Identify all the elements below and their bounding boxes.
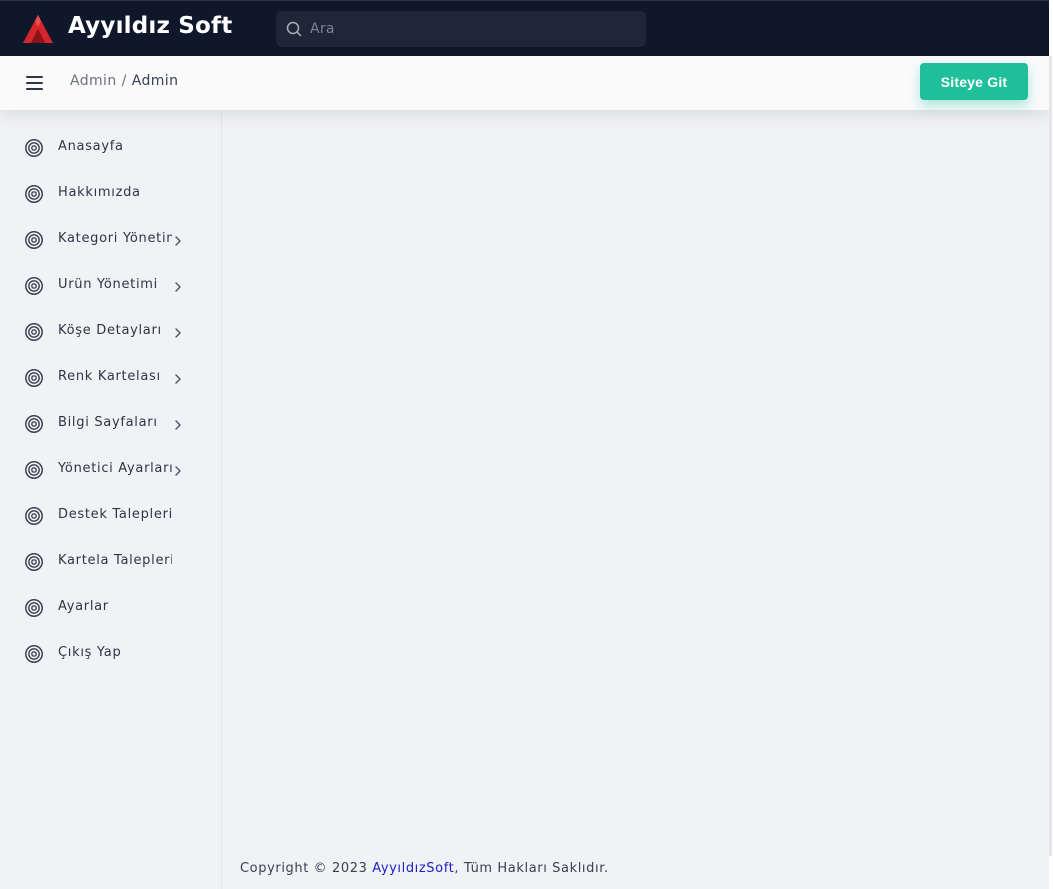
hamburger-menu-icon[interactable] <box>24 73 46 93</box>
sidebar-item[interactable]: Yönetici Ayarları <box>0 447 221 493</box>
sidebar-item[interactable]: Bilgi Sayfaları <box>0 401 221 447</box>
sidebar-item[interactable]: Hakkımızda <box>0 171 221 217</box>
target-circle-icon <box>25 507 43 525</box>
sidebar-item-label: Hakkımızda <box>58 185 141 200</box>
sidebar-item-label: Ayarlar <box>58 599 109 614</box>
search-icon <box>286 21 302 37</box>
sidebar-item-label: Bilgi Sayfaları <box>58 415 158 430</box>
sidebar-item-label: Çıkış Yap <box>58 645 122 660</box>
admin-app: Ayyıldız Soft Admin/Admin Siteye Git Ana… <box>0 0 1049 889</box>
sidebar-item-label: Yönetici Ayarları <box>58 461 172 476</box>
brand-name[interactable]: Ayyıldız Soft <box>68 13 232 39</box>
sidebar-item[interactable]: Renk Kartelası <box>0 355 221 401</box>
sidebar-item-label: Destek Talepleri <box>58 507 172 522</box>
sidebar-item[interactable]: Anasayfa <box>0 125 221 171</box>
search-box[interactable] <box>276 11 646 47</box>
chevron-right-icon[interactable] <box>173 281 183 293</box>
chevron-right-icon[interactable] <box>173 327 183 339</box>
target-circle-icon <box>25 645 43 663</box>
sidebar-item[interactable]: Kartela Talepleri <box>0 539 221 585</box>
sidebar-item[interactable]: Ürün Yönetimi <box>0 263 221 309</box>
brand-logo-icon[interactable] <box>22 14 54 44</box>
target-circle-icon <box>25 323 43 341</box>
sidebar-item-label: Kategori Yönetimi <box>58 231 172 246</box>
search-input[interactable] <box>310 11 636 47</box>
sidebar-item[interactable]: Kategori Yönetimi <box>0 217 221 263</box>
visit-site-button[interactable]: Siteye Git <box>920 63 1028 100</box>
footer-suffix: , Tüm Hakları Saklıdır. <box>454 861 609 876</box>
sidebar-item-label: Anasayfa <box>58 139 124 154</box>
scrollbar-thumb[interactable] <box>1049 56 1052 856</box>
target-circle-icon <box>25 461 43 479</box>
target-circle-icon <box>25 277 43 295</box>
breadcrumb-item[interactable]: Admin <box>70 73 117 89</box>
sidebar-item-label: Köşe Detayları <box>58 323 162 338</box>
chevron-right-icon[interactable] <box>173 465 183 477</box>
footer-prefix: Copyright © 2023 <box>240 861 373 876</box>
page-header: Admin / Admin Siteye Git <box>0 56 1049 110</box>
chevron-right-icon[interactable] <box>173 373 183 385</box>
sidebar-item-label: Kartela Talepleri <box>58 553 172 568</box>
target-circle-icon <box>25 139 43 157</box>
footer-company-link[interactable]: AyyıldızSoft <box>372 861 454 876</box>
sidebar-item[interactable]: Köşe Detayları <box>0 309 221 355</box>
target-circle-icon <box>25 415 43 433</box>
target-circle-icon <box>25 231 43 249</box>
sidebar-item[interactable]: Ayarlar <box>0 585 221 631</box>
chevron-right-icon[interactable] <box>173 235 183 247</box>
target-circle-icon <box>25 599 43 617</box>
top-navbar: Ayyıldız Soft <box>0 0 1049 56</box>
breadcrumb-current: Admin <box>131 73 179 89</box>
target-circle-icon <box>25 369 43 387</box>
chevron-right-icon[interactable] <box>173 419 183 431</box>
sidebar-item[interactable]: Destek Talepleri <box>0 493 221 539</box>
sidebar-item-label: Ürün Yönetimi <box>58 277 158 292</box>
target-circle-icon <box>25 553 43 571</box>
sidebar-item-label: Renk Kartelası <box>58 369 161 384</box>
sidebar-item[interactable]: Çıkış Yap <box>0 631 221 677</box>
breadcrumb: Admin / Admin <box>70 73 178 89</box>
footer-copyright: Copyright © 2023 AyyıldızSoft, Tüm Hakla… <box>240 861 609 876</box>
target-circle-icon <box>25 185 43 203</box>
sidebar-nav: Anasayfa Hakkımızda Kategori Yönetimi Ürün … <box>0 110 222 889</box>
breadcrumb-separator: / <box>121 73 127 89</box>
